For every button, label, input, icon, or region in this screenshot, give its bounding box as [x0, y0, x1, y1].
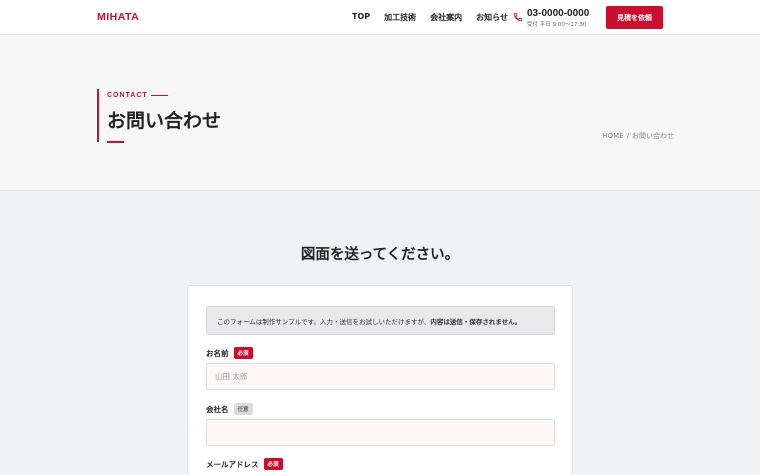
email-field-label: メールアドレス 必須	[206, 458, 283, 470]
hero-eyebrow: CONTACT	[107, 92, 148, 99]
notice-text: このフォームは制作サンプルです。入力・送信をお試しいただけますが、	[217, 317, 431, 326]
breadcrumb: HOME / お問い合わせ	[602, 131, 674, 141]
required-badge: 必須	[233, 347, 253, 359]
breadcrumb-current: お問い合わせ	[632, 132, 674, 140]
page-hero: CONTACT お問い合わせ HOME / お問い合わせ	[0, 35, 760, 191]
estimate-button[interactable]: 見積を依頼	[606, 6, 663, 29]
email-label-text: メールアドレス	[206, 459, 259, 469]
nav-item-technology[interactable]: 加工技術	[384, 12, 416, 23]
company-field-label: 会社名 任意	[206, 403, 253, 415]
page-title: お問い合わせ	[107, 110, 222, 132]
logo[interactable]: MIHATA	[97, 11, 139, 23]
hero-title-underline	[107, 141, 124, 143]
company-label-text: 会社名	[206, 404, 229, 414]
notice-strong-text: 内容は送信・保存されません。	[430, 317, 522, 326]
site-header: MIHATA TOP 加工技術 会社案内 お知らせ 03-0000-0000 受…	[0, 0, 760, 35]
phone-hours: 受付 平日 9:00〜17:30	[527, 22, 587, 28]
name-field-label: お名前 必須	[206, 347, 253, 359]
company-input[interactable]	[206, 419, 555, 446]
name-input[interactable]	[206, 363, 555, 390]
required-badge: 必須	[263, 458, 283, 470]
name-label-text: お名前	[206, 348, 229, 358]
breadcrumb-separator: /	[626, 132, 629, 140]
nav-item-company[interactable]: 会社案内	[430, 12, 462, 23]
breadcrumb-home[interactable]: HOME	[602, 132, 623, 140]
hero-accent-bar	[97, 89, 99, 142]
hero-eyebrow-line	[151, 95, 168, 96]
form-notice: このフォームは制作サンプルです。入力・送信をお試しいただけますが、 内容は送信・保…	[206, 306, 555, 335]
contact-form: このフォームは制作サンプルです。入力・送信をお試しいただけますが、 内容は送信・保…	[187, 285, 573, 475]
nav-item-news[interactable]: お知らせ	[476, 12, 508, 23]
phone-icon	[513, 12, 523, 22]
optional-badge: 任意	[233, 403, 253, 415]
main-nav: TOP 加工技術 会社案内 お知らせ	[352, 12, 508, 23]
nav-item-top[interactable]: TOP	[352, 12, 370, 23]
phone-number[interactable]: 03-0000-0000	[527, 8, 589, 19]
section-title: 図面を送ってください。	[300, 247, 460, 263]
